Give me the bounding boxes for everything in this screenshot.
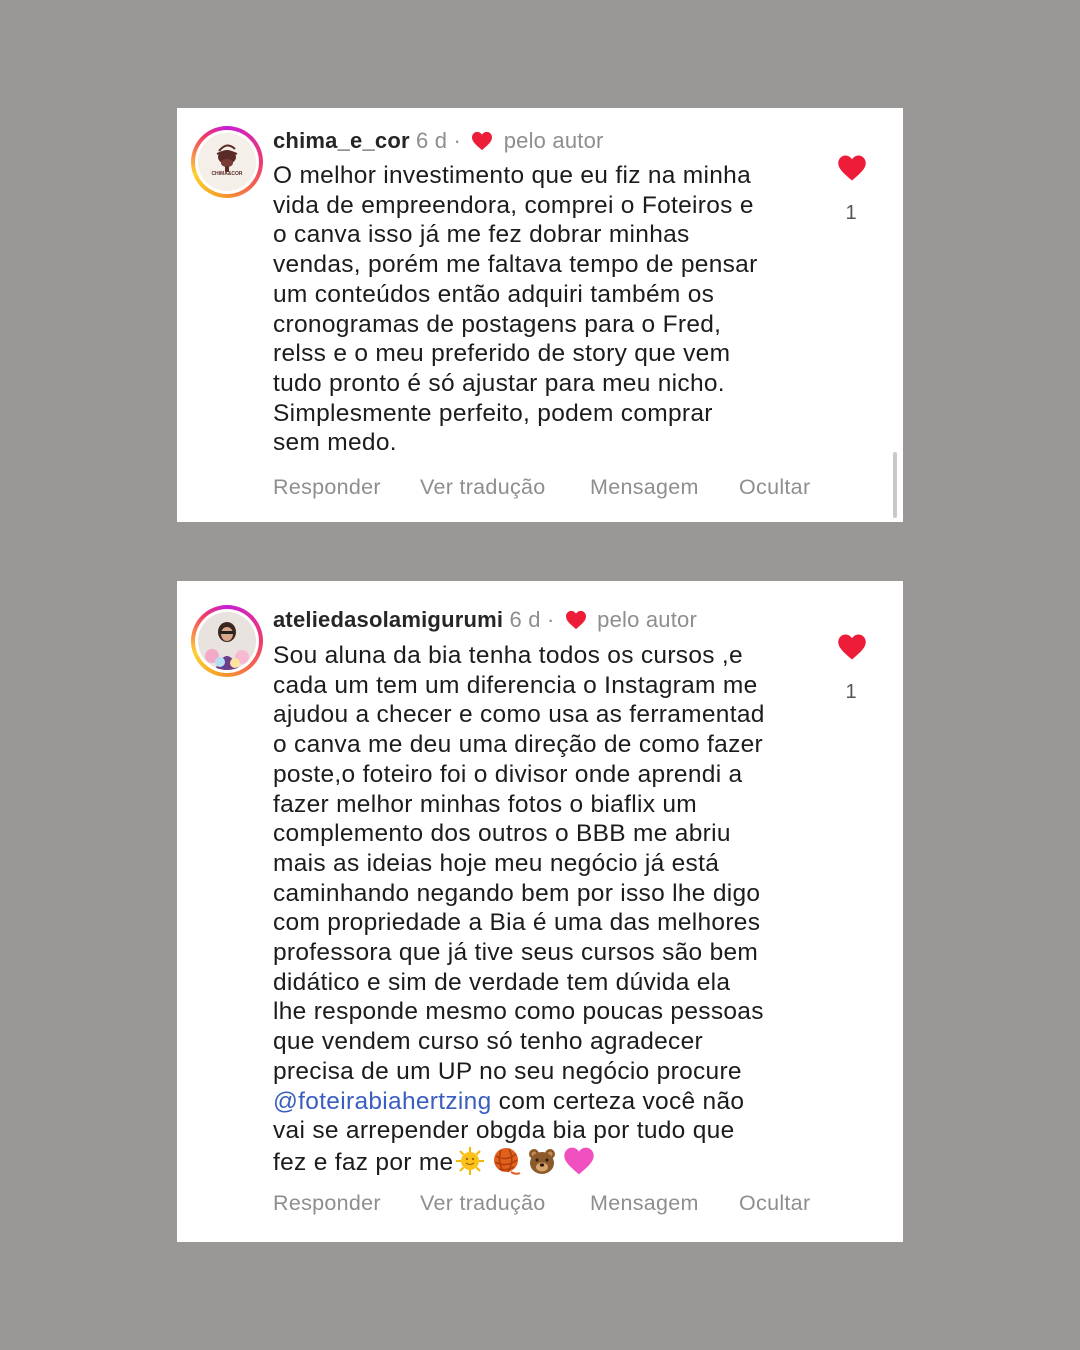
timestamp: 6 d — [416, 128, 448, 153]
comment-line-rest: com certeza você não — [491, 1087, 745, 1115]
comment-line: poste,o foteiro foi o divisor onde apren… — [273, 760, 743, 788]
avatar-image: CHIMA&COR — [198, 133, 256, 191]
comment-line: precisa de um UP no seu negócio procure — [273, 1057, 742, 1085]
separator-dot: · — [547, 607, 555, 632]
comment-line: mais as ideias hoje meu negócio já está — [273, 849, 720, 877]
comment-line: relss e o meu preferido de story que vem — [273, 340, 731, 368]
avatar[interactable]: CHIMA&COR — [191, 126, 263, 198]
liked-by-author-label: pelo autor — [597, 607, 698, 632]
comment-line: O melhor investimento que eu fiz na minh… — [273, 162, 752, 189]
comment-line: vai se arrepender obgda bia por tudo que — [273, 1117, 735, 1145]
comment-line: complemento dos outros o BBB me abriu — [273, 820, 731, 848]
bear-emoji — [527, 1146, 557, 1176]
reply-button[interactable]: Responder — [273, 475, 381, 500]
yarn-ball-emoji — [491, 1146, 521, 1176]
scrollbar[interactable] — [893, 452, 897, 518]
comment-header: chima_e_cor 6 d · pelo autor — [273, 128, 604, 157]
comment-text: Sou aluna da bia tenha todos os cursos ,… — [273, 641, 813, 1178]
comment-header: ateliedasolamigurumi 6 d · pelo autor — [273, 607, 697, 636]
comment-line: tudo pronto é só ajustar para meu nicho. — [273, 369, 725, 397]
comment-line: Sou aluna da bia tenha todos os cursos ,… — [273, 642, 743, 669]
comment-line: que vendem curso só tenho agradecer — [273, 1028, 703, 1056]
reply-button[interactable]: Responder — [273, 1191, 381, 1216]
comment-card: ateliedasolamigurumi 6 d · pelo autor So… — [177, 581, 903, 1242]
mention-link[interactable]: @foteirabiahertzing — [273, 1088, 492, 1115]
comment-line: fazer melhor minhas fotos o biaflix um — [273, 790, 697, 818]
pink-heart-emoji — [563, 1146, 595, 1176]
comment-line: caminhando negando bem por isso lhe digo — [273, 879, 761, 907]
heart-icon — [565, 610, 587, 636]
username[interactable]: ateliedasolamigurumi — [273, 607, 503, 632]
comment-card: CHIMA&COR chima_e_cor 6 d · pelo autor O… — [177, 108, 903, 522]
comment-line: professora que já tive seus cursos são b… — [273, 939, 759, 967]
liked-by-author-label: pelo autor — [503, 128, 604, 153]
comment-line: didático e sim de verdade tem dúvida ela — [273, 968, 731, 996]
sun-emoji — [455, 1146, 485, 1176]
username[interactable]: chima_e_cor — [273, 128, 410, 153]
like-count: 1 — [845, 202, 857, 224]
separator-dot: · — [453, 128, 462, 153]
comment-line: lhe responde mesmo como poucas pessoas — [273, 998, 764, 1026]
comment-line: um conteúdos então adquiri também os — [273, 280, 715, 308]
comment-line: @foteirabiahertzing com certeza você não — [273, 1087, 813, 1117]
comment-line-last: fez e faz por me — [273, 1146, 813, 1178]
comment-line: cada um tem um diferencia o Instagram me — [273, 671, 758, 699]
message-button[interactable]: Mensagem — [590, 1191, 699, 1216]
timestamp: 6 d — [509, 607, 541, 632]
comment-line: vendas, porém me faltava tempo de pensar — [273, 251, 758, 279]
translate-button[interactable]: Ver tradução — [420, 475, 546, 500]
avatar-image — [198, 612, 256, 670]
comment-line: o canva me deu uma direção de como fazer — [273, 731, 764, 759]
like-heart-icon[interactable] — [837, 154, 867, 187]
comment-text: O melhor investimento que eu fiz na minh… — [273, 161, 813, 458]
translate-button[interactable]: Ver tradução — [420, 1191, 546, 1216]
comment-line: cronogramas de postagens para o Fred, — [273, 310, 722, 338]
avatar[interactable] — [191, 605, 263, 677]
hide-button[interactable]: Ocultar — [739, 1191, 810, 1216]
like-heart-icon[interactable] — [837, 633, 867, 666]
comment-line: vida de empreendora, comprei o Foteiros … — [273, 191, 754, 219]
comment-line: sem medo. — [273, 429, 397, 457]
like-count: 1 — [845, 681, 857, 703]
heart-icon — [471, 131, 493, 157]
message-button[interactable]: Mensagem — [590, 475, 699, 500]
comment-line: com propriedade a Bia é uma das melhores — [273, 909, 761, 937]
comment-line: o canva isso já me fez dobrar minhas — [273, 221, 690, 249]
avatar-logo-text: CHIMA&COR — [211, 171, 243, 177]
comment-line-text: fez e faz por me — [273, 1148, 454, 1176]
hide-button[interactable]: Ocultar — [739, 475, 810, 500]
comment-line: Simplesmente perfeito, podem comprar — [273, 399, 713, 427]
comment-line: ajudou a checer e como usa as ferramenta… — [273, 701, 765, 729]
